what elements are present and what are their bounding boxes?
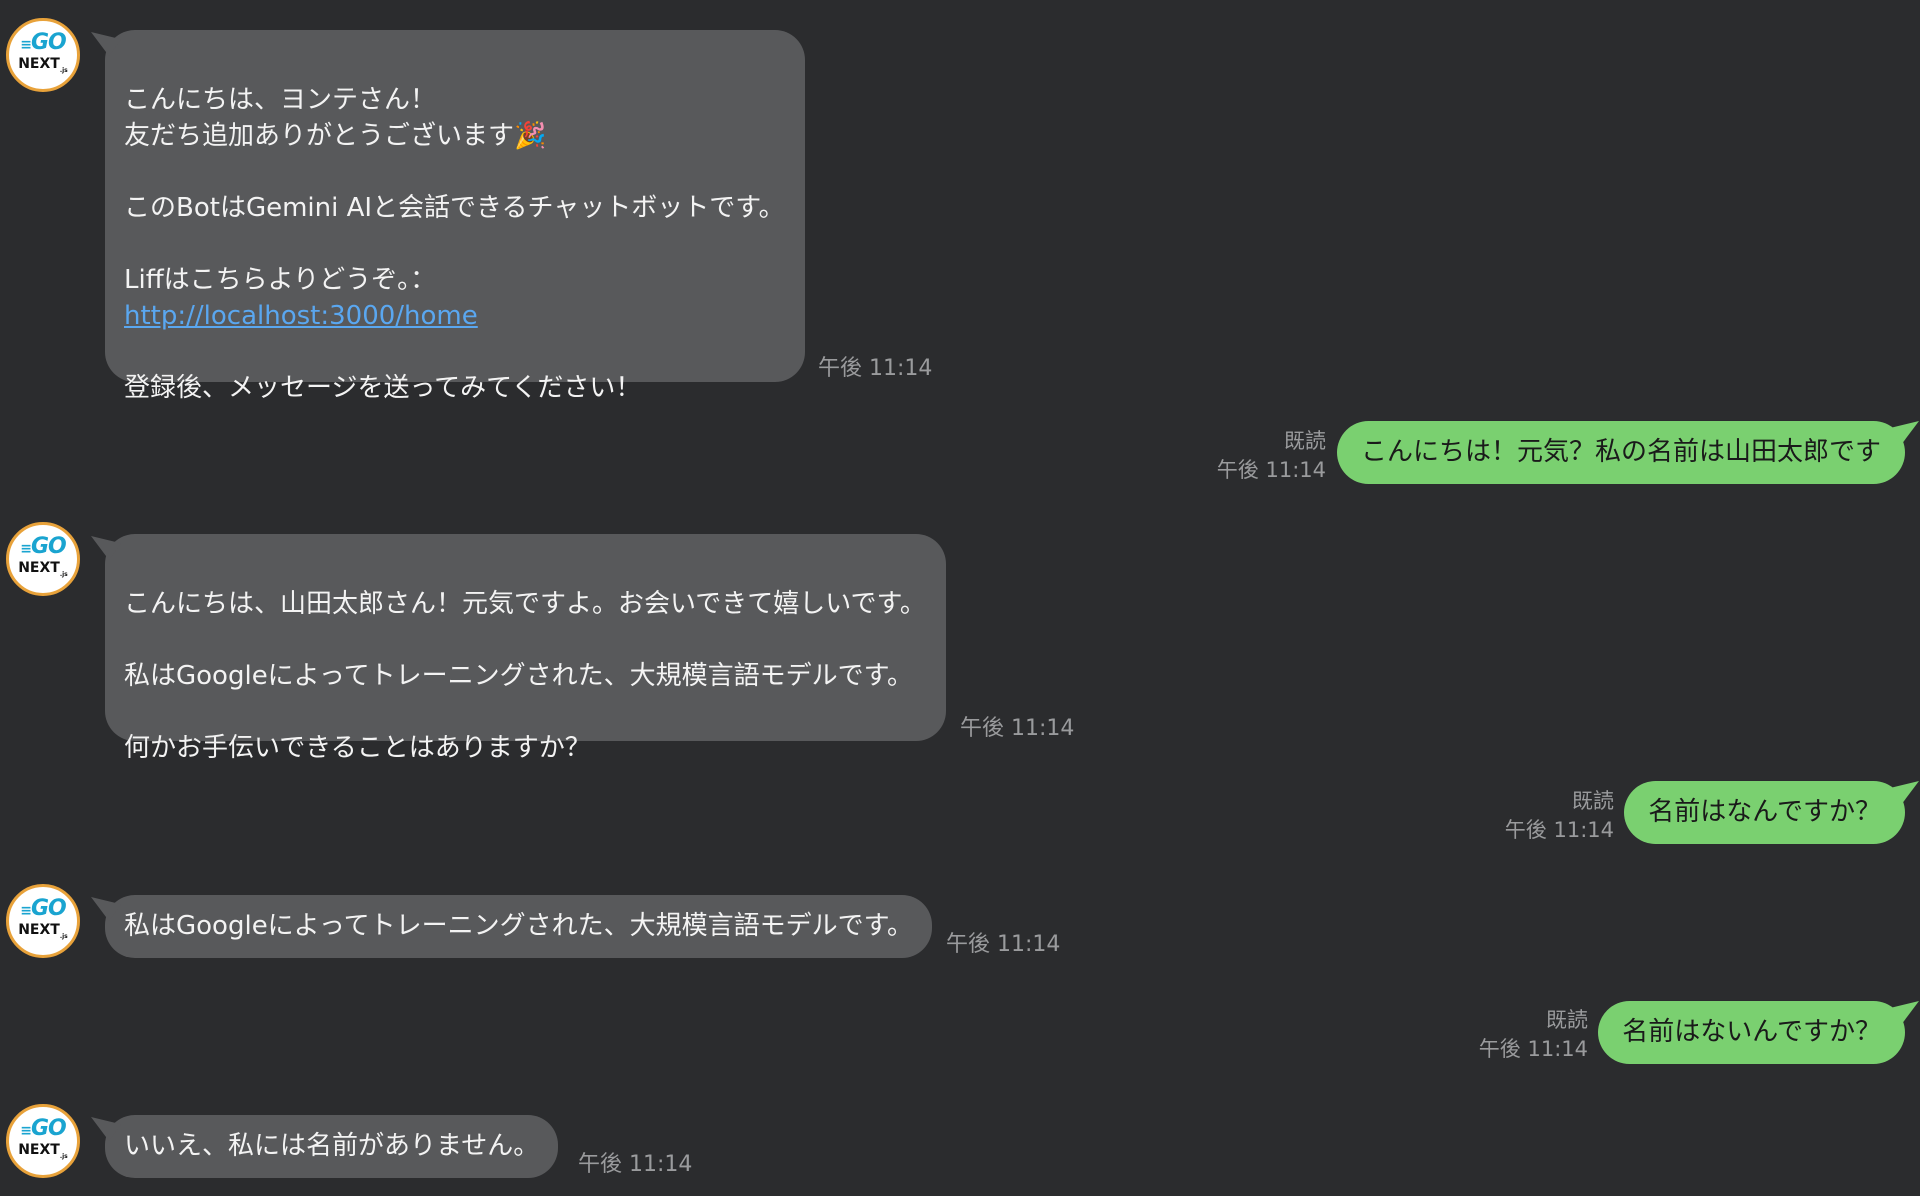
message-text: 私はGoogleによってトレーニングされた、大規模言語モデルです。 bbox=[124, 661, 914, 691]
bot-avatar[interactable]: ≡GO NEXT.js bbox=[6, 18, 80, 92]
go-logo-icon: ≡GO bbox=[20, 533, 66, 559]
message-timestamp: 午後 11:14 bbox=[1216, 458, 1326, 482]
message-text: こんにちは、ヨンテさん！ bbox=[124, 85, 437, 115]
party-popper-icon: 🎉 bbox=[514, 121, 547, 151]
go-logo-icon: ≡GO bbox=[20, 29, 66, 55]
bot-avatar[interactable]: ≡GO NEXT.js bbox=[6, 884, 80, 958]
message-text: 友だち追加ありがとうございます bbox=[124, 121, 515, 151]
message-timestamp: 午後 11:14 bbox=[960, 716, 1075, 741]
message-timestamp: 午後 11:14 bbox=[578, 1152, 693, 1177]
bot-message-bubble[interactable]: こんにちは、ヨンテさん！ 友だち追加ありがとうございます🎉 このBotはGemi… bbox=[105, 30, 805, 403]
message-meta: 既読 午後 11:14 bbox=[1217, 427, 1326, 485]
nextjs-logo-icon: NEXT.js bbox=[18, 55, 68, 74]
message-timestamp: 午後 11:14 bbox=[1478, 1037, 1588, 1061]
message-text: このBotはGemini AIと会話できるチャットボットです。 bbox=[124, 193, 785, 223]
message-meta: 既読 午後 11:14 bbox=[1505, 787, 1614, 845]
message-text: 何かお手伝いできることはありますか？ bbox=[124, 733, 591, 763]
bot-message-bubble[interactable]: こんにちは、山田太郎さん！元気ですよ。お会いできて嬉しいです。 私はGoogle… bbox=[105, 534, 946, 763]
go-logo-icon: ≡GO bbox=[20, 895, 66, 921]
bot-message-bubble[interactable]: いいえ、私には名前がありません。 bbox=[105, 1115, 559, 1178]
nextjs-logo-icon: NEXT.js bbox=[18, 1141, 68, 1160]
read-receipt: 既読 bbox=[1546, 1008, 1588, 1032]
message-text: Liffはこちらよりどうぞ。： bbox=[124, 265, 437, 295]
message-timestamp: 午後 11:14 bbox=[946, 932, 1061, 957]
nextjs-logo-icon: NEXT.js bbox=[18, 559, 68, 578]
bot-avatar[interactable]: ≡GO NEXT.js bbox=[6, 1104, 80, 1178]
read-receipt: 既読 bbox=[1284, 429, 1326, 453]
user-message-bubble[interactable]: 名前はなんですか？ bbox=[1624, 781, 1905, 844]
bot-avatar[interactable]: ≡GO NEXT.js bbox=[6, 522, 80, 596]
message-timestamp: 午後 11:14 bbox=[1504, 818, 1614, 842]
bot-message-bubble[interactable]: 私はGoogleによってトレーニングされた、大規模言語モデルです。 bbox=[105, 895, 933, 958]
message-meta: 既読 午後 11:14 bbox=[1479, 1006, 1588, 1064]
message-timestamp: 午後 11:14 bbox=[818, 356, 933, 381]
go-logo-icon: ≡GO bbox=[20, 1115, 66, 1141]
nextjs-logo-icon: NEXT.js bbox=[18, 921, 68, 940]
message-text: 登録後、メッセージを送ってみてください！ bbox=[124, 373, 642, 403]
user-message-bubble[interactable]: 名前はないんですか？ bbox=[1598, 1001, 1905, 1064]
read-receipt: 既読 bbox=[1572, 789, 1614, 813]
message-text: こんにちは、山田太郎さん！元気ですよ。お会いできて嬉しいです。 bbox=[124, 589, 926, 619]
user-message-bubble[interactable]: こんにちは！元気？私の名前は山田太郎です bbox=[1336, 421, 1905, 484]
liff-link[interactable]: http://localhost:3000/home bbox=[124, 301, 478, 331]
